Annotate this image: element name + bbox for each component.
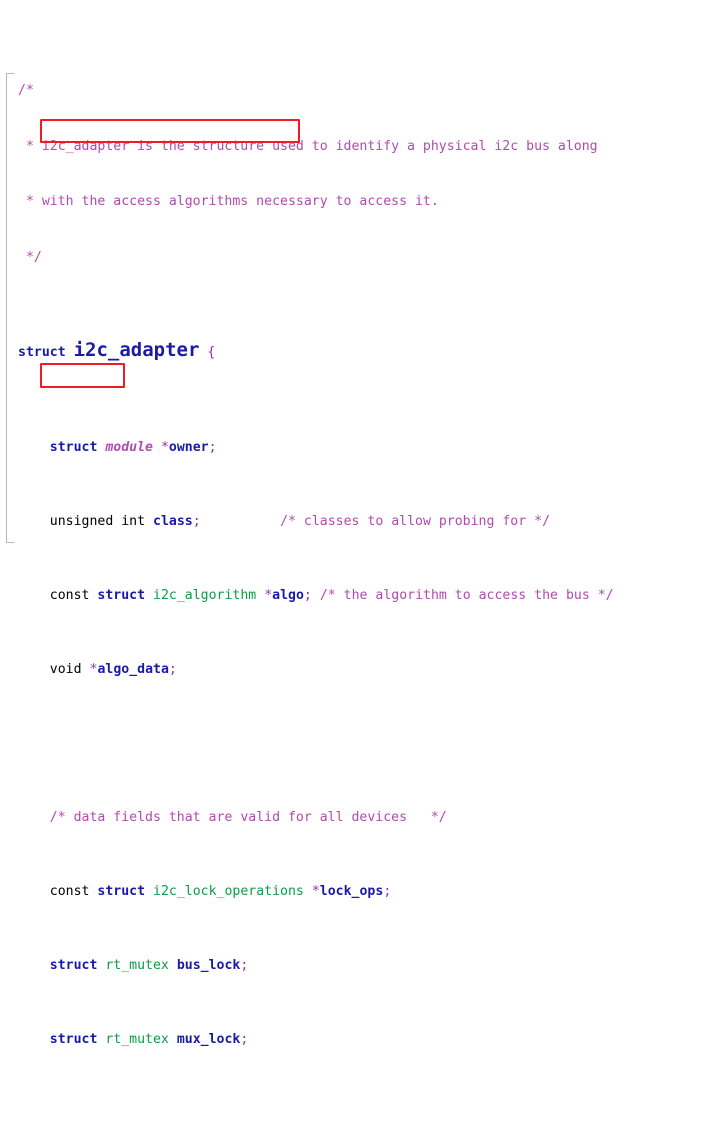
comment-text: */ — [18, 249, 42, 265]
member-lock-ops: lock_ops — [319, 884, 384, 899]
keyword-const: const — [49, 884, 90, 899]
pointer-star: * — [264, 588, 273, 603]
keyword-struct: struct — [49, 958, 98, 973]
code-line-member-algo: const struct i2c_algorithm *algo; /* the… — [0, 587, 614, 606]
keyword-struct: struct — [97, 588, 146, 603]
code-line-member-algo-data: void *algo_data; — [0, 661, 614, 680]
semicolon: ; — [383, 884, 392, 899]
semicolon: ; — [192, 514, 201, 529]
semicolon: ; — [168, 662, 177, 677]
member-owner: owner — [168, 440, 209, 455]
member-bus-lock: bus_lock — [176, 958, 241, 973]
inline-comment: /* classes to allow probing for */ — [280, 514, 551, 529]
code-line-comment-1: * i2c_adapter is the structure used to i… — [0, 138, 614, 157]
member-class: class — [153, 514, 193, 529]
keyword-const: const — [49, 588, 90, 603]
type-unsigned-int: unsigned int — [49, 514, 146, 529]
pointer-star: * — [160, 440, 169, 455]
code-line-comment-open: /* — [0, 82, 614, 101]
keyword-struct: struct — [97, 884, 146, 899]
keyword-struct: struct — [18, 345, 66, 360]
semicolon: ; — [240, 958, 249, 973]
type-rt-mutex: rt_mutex — [105, 1032, 169, 1047]
type-rt-mutex: rt_mutex — [105, 958, 169, 973]
struct-name-i2c-adapter: i2c_adapter — [73, 339, 200, 361]
comment-text: /* — [18, 83, 34, 98]
code-line-member-mux-lock: struct rt_mutex mux_lock; — [0, 1031, 614, 1050]
semicolon: ; — [208, 440, 217, 455]
semicolon: ; — [240, 1032, 249, 1047]
code-line-comment-2: * with the access algorithms necessary t… — [0, 193, 614, 212]
member-mux-lock: mux_lock — [176, 1032, 241, 1047]
keyword-struct: struct — [49, 440, 98, 455]
code-line-member-owner: struct module *owner; — [0, 439, 614, 458]
code-body[interactable]: /* * i2c_adapter is the structure used t… — [0, 0, 614, 1128]
type-i2c-algorithm: i2c_algorithm — [153, 588, 257, 603]
comment-text: * i2c_adapter is the structure used to i… — [18, 138, 598, 154]
inline-comment: /* the algorithm to access the bus */ — [319, 588, 614, 603]
section-comment: /* data fields that are valid for all de… — [49, 810, 447, 825]
code-line-comment-close: */ — [0, 249, 614, 268]
type-i2c-lock-operations: i2c_lock_operations — [153, 884, 304, 899]
code-line-section-comment: /* data fields that are valid for all de… — [0, 809, 614, 828]
source-code-viewer: /* * i2c_adapter is the structure used t… — [0, 0, 710, 1047]
pointer-star: * — [311, 884, 320, 899]
type-void: void — [49, 662, 82, 677]
code-line-member-class: unsigned int class; /* classes to allow … — [0, 513, 614, 532]
code-line-member-bus-lock: struct rt_mutex bus_lock; — [0, 957, 614, 976]
pointer-star: * — [89, 662, 98, 677]
member-algo: algo — [272, 588, 304, 603]
keyword-struct: struct — [49, 1032, 98, 1047]
open-brace: { — [207, 345, 216, 360]
comment-text: * with the access algorithms necessary t… — [18, 194, 439, 209]
code-line-member-lock-ops: const struct i2c_lock_operations *lock_o… — [0, 883, 614, 902]
member-algo-data: algo_data — [97, 662, 169, 677]
semicolon: ; — [303, 588, 312, 603]
type-module: module — [105, 440, 153, 455]
code-line-struct-declaration: struct i2c_adapter { — [0, 341, 614, 365]
